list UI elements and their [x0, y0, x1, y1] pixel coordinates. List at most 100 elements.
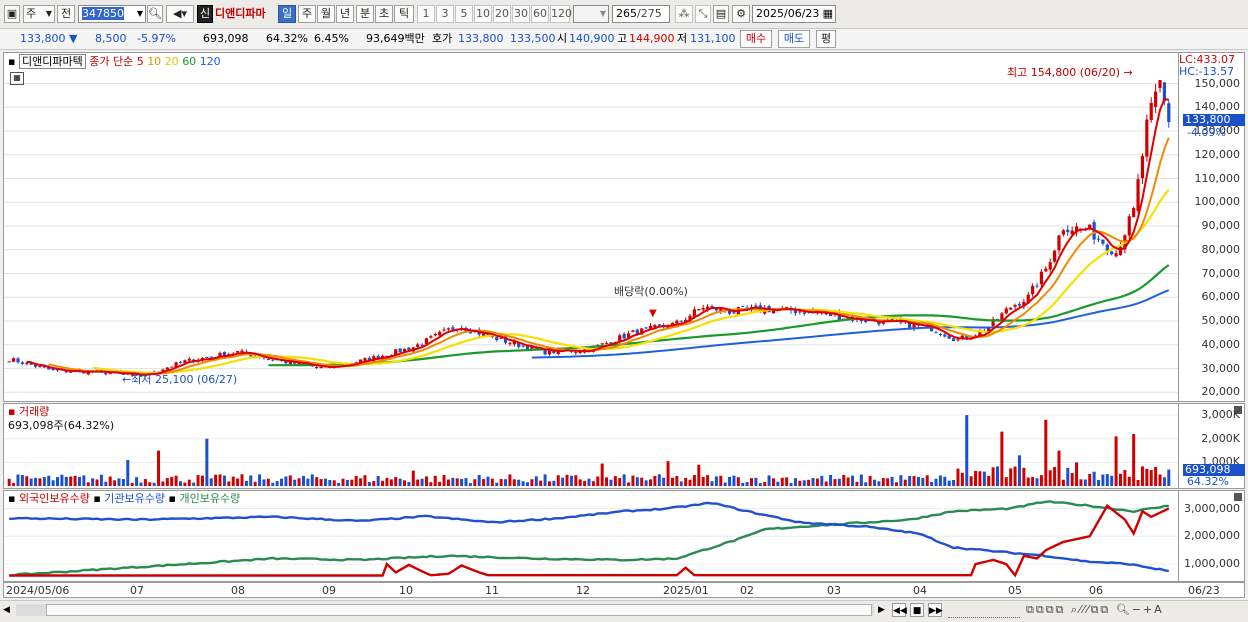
candle-body: [178, 361, 183, 363]
period-type-select[interactable]: 주 ▼: [23, 5, 55, 23]
volume-bar: [829, 474, 833, 486]
sell-button[interactable]: 매도: [778, 30, 810, 48]
volume-bar: [249, 475, 253, 486]
save-icon[interactable]: ▤: [713, 5, 729, 23]
volume-bar: [77, 476, 81, 486]
crosshair-icon[interactable]: ⤡: [695, 5, 711, 23]
candle-body: [209, 356, 213, 358]
zoom-slider[interactable]: [948, 603, 1020, 618]
volume-bar: [446, 479, 450, 486]
interval-10[interactable]: 10: [474, 5, 492, 23]
candle-body: [363, 358, 367, 361]
scroll-right-icon[interactable]: ▶: [878, 603, 885, 617]
count-value: 265: [616, 7, 637, 20]
bid-price: 133,500: [510, 32, 556, 45]
volume-bar: [890, 476, 894, 486]
stop-icon[interactable]: ■: [910, 603, 924, 617]
volume-bar: [662, 477, 666, 486]
volume-bar: [622, 474, 626, 486]
volume-chart-panel[interactable]: ▪ 거래량 693,098주(64.32%): [3, 403, 1179, 489]
tab-period-second[interactable]: 초: [375, 5, 393, 23]
volume-bar: [640, 477, 644, 486]
tab-period-year[interactable]: 년: [336, 5, 354, 23]
tab-period-month[interactable]: 월: [317, 5, 335, 23]
volume-bar: [609, 479, 613, 486]
volume-bar: [684, 477, 688, 486]
volume-bar: [420, 478, 424, 486]
speaker-icon[interactable]: ◀▾: [166, 5, 194, 23]
stock-code-input[interactable]: 347850 ▼: [78, 5, 146, 23]
volume-bar: [873, 479, 877, 486]
scroll-left-icon[interactable]: ◀: [3, 603, 15, 617]
volume-bar: [407, 482, 411, 486]
quote-row: 133,800 ▼ 8,500 -5.97% 693,098 64.32% 6.…: [0, 29, 1248, 50]
interval-1[interactable]: 1: [417, 5, 435, 23]
interval-5[interactable]: 5: [455, 5, 473, 23]
scroll-thumb[interactable]: [46, 604, 872, 616]
table-icon[interactable]: ▦: [10, 72, 24, 85]
volume-bar: [227, 481, 231, 486]
window-icon[interactable]: ▣: [4, 5, 20, 23]
candle-body: [25, 362, 29, 364]
chart-stock-title[interactable]: 디앤디파마텍: [18, 54, 86, 69]
holding-legend: ▪ 외국인보유수량 ▪ 기관보유수량 ▪ 개인보유수량: [8, 492, 240, 506]
tab-period-day[interactable]: 일: [278, 5, 296, 23]
tab-period-tick[interactable]: 틱: [394, 5, 414, 23]
prev-button[interactable]: 전: [57, 5, 75, 23]
volume-bar: [1118, 473, 1122, 486]
count-input[interactable]: 265/275: [612, 5, 670, 23]
ma-120-label: 120: [199, 55, 221, 68]
interval-60[interactable]: 60: [531, 5, 549, 23]
price-tick-label: 60,000: [1201, 290, 1241, 304]
gear-icon[interactable]: ⚙: [732, 5, 750, 23]
first-icon[interactable]: ◀◀: [892, 603, 907, 617]
tab-period-minute[interactable]: 분: [356, 5, 374, 23]
grip-icon[interactable]: ⁂: [675, 5, 693, 23]
buy-button[interactable]: 매수: [740, 30, 772, 48]
x-label-12: 12: [576, 584, 590, 597]
interval-120[interactable]: 120: [550, 5, 572, 23]
close-icon[interactable]: [1234, 493, 1242, 501]
date-input[interactable]: 2025/06/23 ▦: [752, 5, 836, 23]
tab-period-week[interactable]: 주: [298, 5, 316, 23]
candle-body: [938, 334, 942, 336]
volume-bar: [73, 475, 77, 486]
interval-3[interactable]: 3: [436, 5, 454, 23]
volume-bar: [1044, 419, 1048, 486]
scroll-track[interactable]: [16, 604, 874, 616]
candle-body: [741, 306, 745, 308]
date-value: 2025/06/23: [756, 7, 820, 20]
volume-bar: [284, 476, 288, 486]
search-icon[interactable]: 🔍︎: [147, 5, 163, 23]
volume-bar: [534, 476, 538, 486]
last-icon[interactable]: ▶▶: [928, 603, 943, 617]
volume-bar: [648, 479, 652, 486]
price-chart-svg: [4, 80, 1178, 393]
chevron-down-icon: ▼: [599, 9, 606, 18]
interval-30[interactable]: 30: [512, 5, 530, 23]
ma-10-label: 10: [147, 55, 162, 68]
interval-20[interactable]: 20: [493, 5, 511, 23]
volume-bar: [363, 475, 367, 486]
volume-bar: [916, 476, 920, 486]
volume-bar: [187, 479, 191, 486]
candle-body: [108, 373, 112, 375]
volume-bar: [1017, 455, 1021, 486]
volume-bar: [855, 481, 859, 486]
drawing-tools[interactable]: ⧉⧉⧉⧉ ⌕⁄⁄⁄⧉⧉ 🔍︎−+A: [1026, 602, 1164, 618]
interval-custom-input[interactable]: ▼: [573, 5, 609, 23]
x-label-02: 02: [740, 584, 754, 597]
holding-chart-panel[interactable]: ▪ 외국인보유수량 ▪ 기관보유수량 ▪ 개인보유수량: [3, 490, 1179, 582]
volume-bar: [91, 478, 95, 486]
volume-bar: [763, 481, 767, 486]
volume-bar: [108, 476, 112, 486]
volume-bar: [1013, 466, 1017, 486]
average-button[interactable]: 평: [816, 30, 836, 48]
volume-bar: [965, 415, 969, 486]
volume-tick-label: 2,000K: [1201, 431, 1240, 445]
volume-bar: [793, 478, 797, 486]
volume-bar: [205, 438, 209, 486]
volume-bar: [16, 474, 20, 486]
price-tick-label: 30,000: [1201, 361, 1241, 375]
price-chart-panel[interactable]: ▪ 디앤디파마텍 종가 단순 5 10 20 60 120 ▦ 최고 154,8…: [3, 52, 1179, 402]
